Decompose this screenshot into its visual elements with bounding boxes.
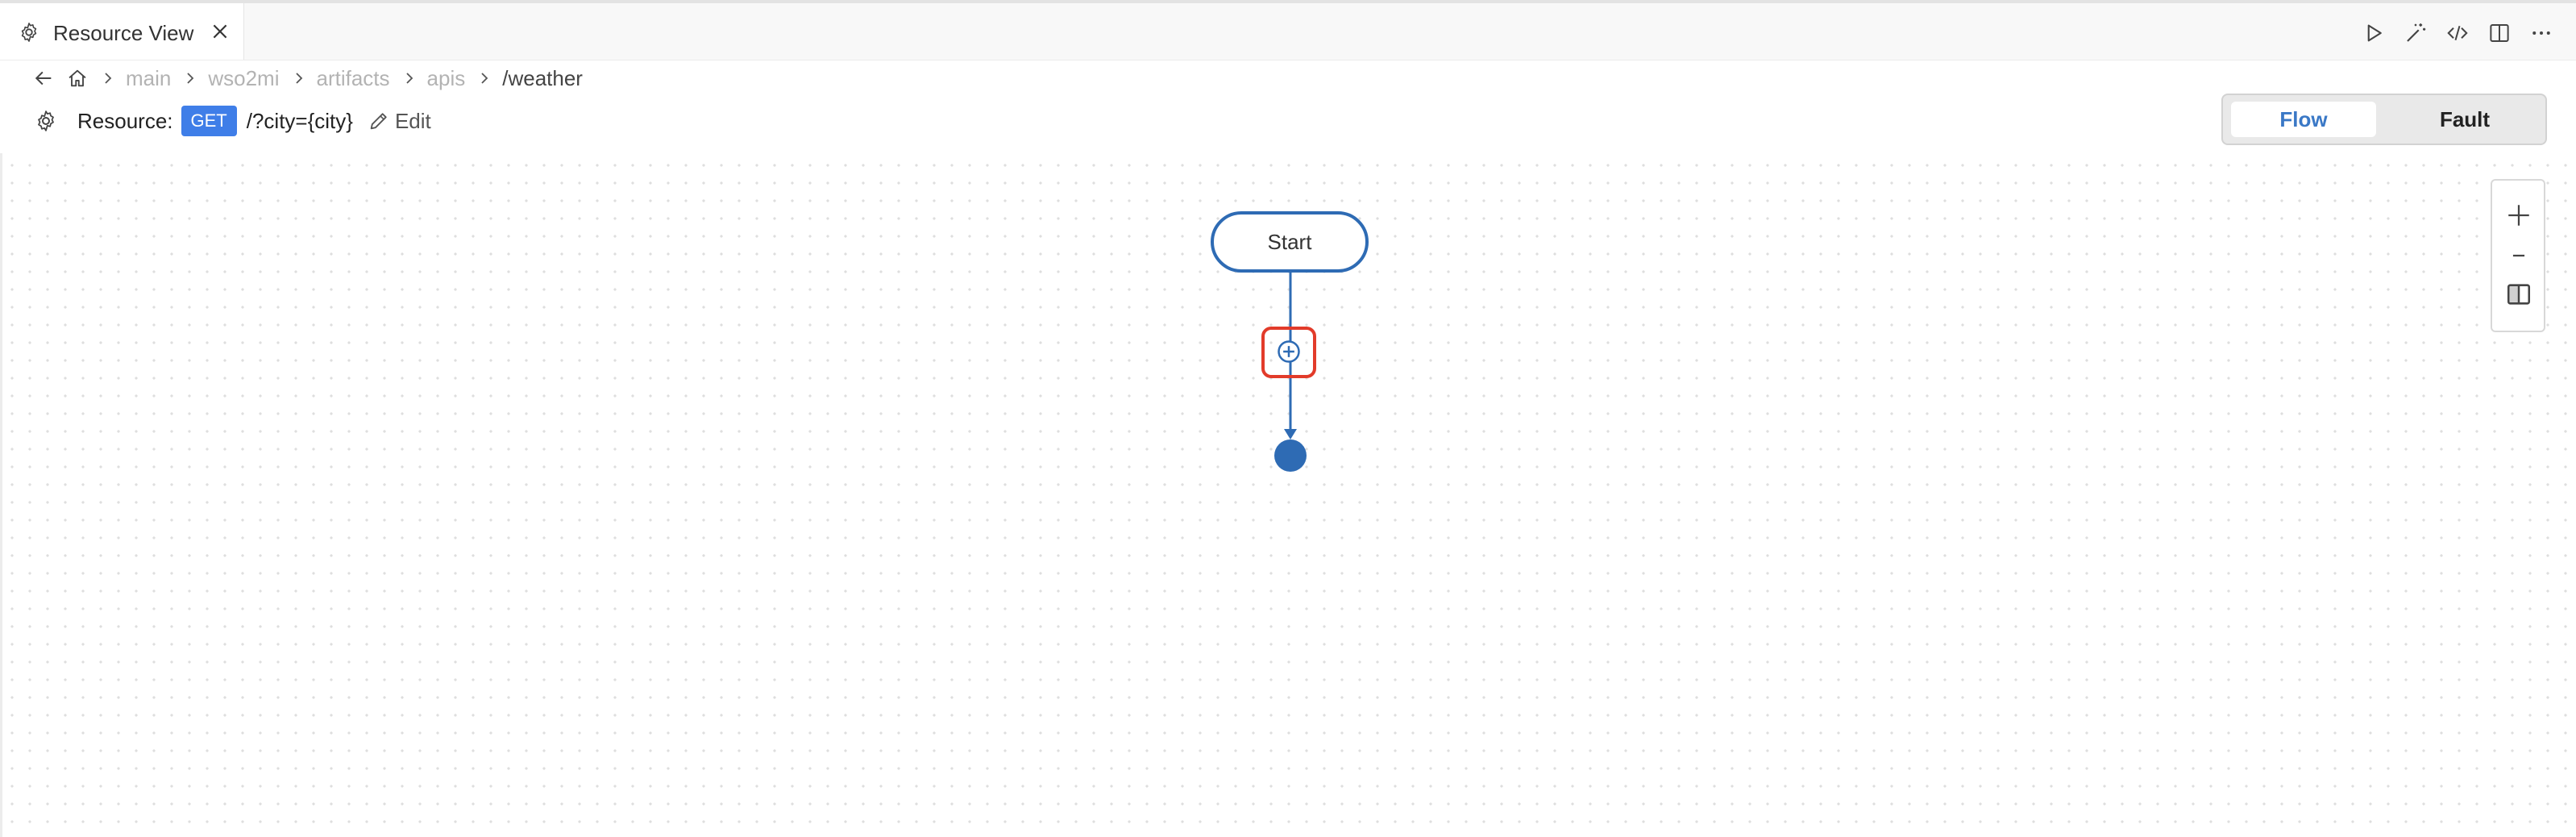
- end-node: [1274, 439, 1307, 472]
- resource-view-window: Resource View main wso2mi artifacts apis…: [0, 0, 2576, 837]
- add-mediator-button[interactable]: [1277, 339, 1301, 364]
- flow-connectors: [1284, 273, 1297, 439]
- start-node[interactable]: Start: [1211, 211, 1369, 273]
